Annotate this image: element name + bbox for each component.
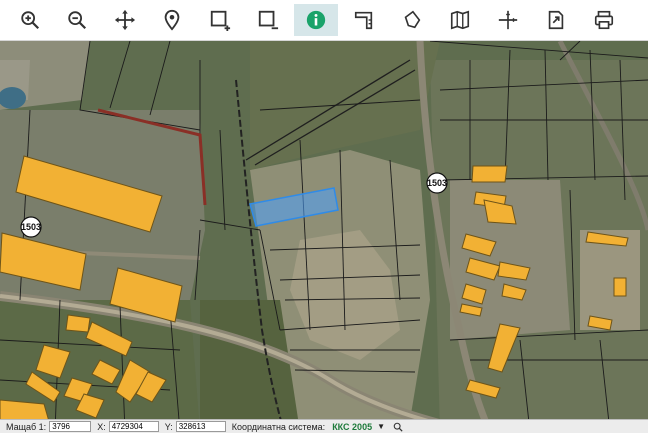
pan-tool[interactable] <box>103 4 147 36</box>
rectangle-plus-icon <box>210 10 231 31</box>
info-tool[interactable] <box>294 4 338 36</box>
map-toolbar <box>0 0 648 41</box>
document-arrow-icon <box>548 10 564 30</box>
info-circle-icon <box>306 10 326 30</box>
search-icon[interactable] <box>393 422 403 432</box>
road-label-east: 1503 <box>426 172 448 194</box>
svg-text:1503: 1503 <box>427 178 447 188</box>
ruler-corner-icon <box>354 11 373 30</box>
x-coordinate-label: X: <box>97 421 106 432</box>
zoom-in-icon <box>21 11 40 30</box>
zoom-out-tool[interactable] <box>55 4 99 36</box>
caret-down-icon[interactable]: ▼ <box>377 422 385 431</box>
folded-map-icon <box>450 10 470 30</box>
x-coordinate-field[interactable] <box>108 421 159 432</box>
select-add-tool[interactable] <box>198 4 242 36</box>
road-label-west: 1503 <box>20 216 42 238</box>
zoom-out-icon <box>68 11 87 30</box>
measure-area-tool[interactable] <box>390 4 434 36</box>
move-arrows-icon <box>114 9 136 31</box>
select-remove-tool[interactable] <box>246 4 290 36</box>
coordinate-tool[interactable] <box>486 4 530 36</box>
svg-text:1503: 1503 <box>21 222 41 232</box>
crosshair-icon <box>498 10 518 30</box>
y-coordinate-label: Y: <box>164 421 173 432</box>
measure-distance-tool[interactable] <box>342 4 386 36</box>
scale-label: Мащаб 1: <box>6 421 47 432</box>
status-bar: Мащаб 1: X: Y: Координатна система: ККС … <box>0 419 648 433</box>
location-pin-icon <box>164 9 180 31</box>
satellite-map: 1503 1503 <box>0 41 648 432</box>
export-tool[interactable] <box>534 4 578 36</box>
print-tool[interactable] <box>582 4 626 36</box>
coordinate-system-label: Координатна система: <box>231 421 326 432</box>
polygon-icon <box>404 10 421 29</box>
map-tool[interactable] <box>438 4 482 36</box>
rectangle-minus-icon <box>258 10 279 30</box>
location-tool[interactable] <box>150 4 194 36</box>
y-coordinate-field[interactable] <box>175 421 226 432</box>
scale-input[interactable] <box>49 421 92 432</box>
printer-icon <box>594 10 614 30</box>
coordinate-system-value[interactable]: ККС 2005 <box>332 422 372 432</box>
zoom-in-tool[interactable] <box>8 4 52 36</box>
map-canvas[interactable]: 1503 1503 <box>0 41 648 432</box>
